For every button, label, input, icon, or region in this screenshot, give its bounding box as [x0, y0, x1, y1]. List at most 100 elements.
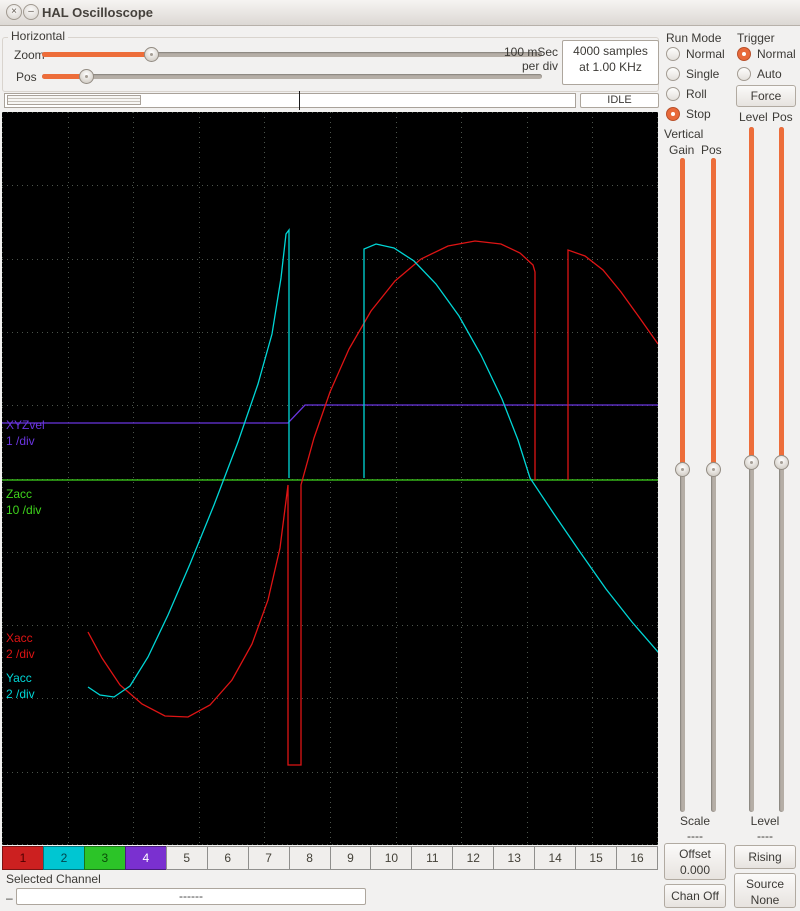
channel-button-16[interactable]: 16: [616, 846, 658, 870]
radio-icon[interactable]: [737, 67, 751, 81]
vertical-pos-slider[interactable]: [706, 158, 721, 812]
samples-line2: at 1.00 KHz: [579, 60, 642, 74]
zoom-slider[interactable]: [42, 47, 542, 62]
gain-slider-fill: [680, 158, 685, 470]
scope-canvas: [2, 112, 658, 845]
channel-button-5[interactable]: 5: [165, 846, 208, 870]
level-value: ----: [757, 829, 773, 843]
scale-value: ----: [687, 829, 703, 843]
trigger-level-knob[interactable]: [744, 454, 759, 470]
offset-button[interactable]: Offset 0.000: [664, 843, 726, 880]
trigger-level-fill: [749, 127, 754, 463]
trigger-level-label: Level: [739, 110, 768, 124]
radio-label: Normal: [757, 47, 796, 61]
radio-icon[interactable]: [666, 67, 680, 81]
minimize-icon[interactable]: –: [23, 4, 39, 20]
channel-button-15[interactable]: 15: [575, 846, 618, 870]
vertical-pos-knob[interactable]: [706, 461, 721, 477]
channel-button-row: 1 2 3 4 5 6 7 8 9 10 11 12 13 14 15 16: [2, 846, 658, 870]
radio-icon[interactable]: [737, 47, 751, 61]
scale-caption: Scale: [679, 814, 711, 828]
source-line2: None: [750, 893, 780, 907]
radio-icon[interactable]: [666, 87, 680, 101]
trace-label-yacc: Yacc 2 /div: [6, 670, 35, 702]
radio-icon[interactable]: [666, 47, 680, 61]
trigger-level-slider[interactable]: [744, 127, 759, 812]
trace-scale: 1 /div: [6, 434, 35, 448]
radio-auto[interactable]: Auto: [737, 64, 796, 84]
vertical-label: Vertical: [664, 127, 704, 141]
trace-xacc: [567, 249, 658, 480]
close-icon[interactable]: ×: [6, 4, 22, 20]
channel-button-11[interactable]: 11: [411, 846, 454, 870]
source-button[interactable]: Source None: [734, 873, 796, 908]
record-position-bar[interactable]: [4, 91, 576, 110]
channel-button-10[interactable]: 10: [370, 846, 413, 870]
trigger-pos-fill: [779, 127, 784, 463]
selected-channel-entry[interactable]: ------: [16, 888, 366, 905]
chan-off-button[interactable]: Chan Off: [664, 884, 726, 908]
channel-button-7[interactable]: 7: [247, 846, 290, 870]
channel-button-14[interactable]: 14: [534, 846, 577, 870]
channel-button-8[interactable]: 8: [288, 846, 331, 870]
selected-channel-label: Selected Channel: [6, 872, 101, 886]
radio-roll[interactable]: Roll: [666, 84, 725, 104]
gain-slider[interactable]: [675, 158, 690, 812]
pos-slider-knob[interactable]: [79, 69, 94, 84]
radio-icon[interactable]: [666, 107, 680, 121]
pos-label: Pos: [16, 70, 37, 84]
run-mode-label: Run Mode: [666, 31, 722, 45]
channel-button-9[interactable]: 9: [329, 846, 372, 870]
samples-box: 4000 samples at 1.00 KHz: [562, 40, 659, 85]
channel-button-4[interactable]: 4: [124, 846, 167, 870]
trace-name: Zacc: [6, 487, 33, 501]
per-div-line2: per div: [521, 59, 558, 73]
channel-button-12[interactable]: 12: [452, 846, 495, 870]
pos-slider[interactable]: [42, 69, 542, 84]
zoom-slider-fill: [42, 52, 152, 57]
radio-label: Roll: [686, 87, 707, 101]
trace-scale: 2 /div: [6, 647, 35, 661]
radio-single[interactable]: Single: [666, 64, 725, 84]
channel-button-1[interactable]: 1: [2, 846, 44, 870]
gain-label: Gain: [669, 143, 695, 157]
trace-label-xacc: Xacc 2 /div: [6, 630, 35, 662]
radio-label: Normal: [686, 47, 725, 61]
pos-slider-track[interactable]: [42, 74, 542, 79]
titlebar: × – HAL Oscilloscope: [0, 0, 800, 26]
radio-normal[interactable]: Normal: [666, 44, 725, 64]
trigger-options: Normal Auto: [737, 44, 796, 84]
run-mode-options: Normal Single Roll Stop: [666, 44, 725, 124]
vertical-pos-label: Pos: [701, 143, 722, 157]
zoom-label: Zoom: [14, 48, 45, 62]
trigger-pos-knob[interactable]: [774, 454, 789, 470]
channel-button-3[interactable]: 3: [83, 846, 126, 870]
per-div-line1: 100 mSec: [503, 45, 558, 59]
trigger-pos-label: Pos: [772, 110, 793, 124]
radio-stop[interactable]: Stop: [666, 104, 725, 124]
radio-label: Auto: [757, 67, 782, 81]
trigger-pos-slider[interactable]: [774, 127, 789, 812]
offset-line1: Offset: [679, 847, 711, 861]
vertical-pos-fill: [711, 158, 716, 470]
channel-dash: –: [6, 891, 13, 905]
per-div-text: 100 mSec per div: [468, 45, 558, 73]
window-title: HAL Oscilloscope: [42, 5, 154, 20]
trigger-label: Trigger: [737, 31, 775, 45]
record-thumb[interactable]: [7, 95, 141, 105]
force-button[interactable]: Force: [736, 85, 796, 107]
trigger-position-marker: [298, 91, 300, 110]
hal-oscilloscope-window: × – HAL Oscilloscope Horizontal Zoom Pos…: [0, 0, 800, 911]
trace-label-zacc: Zacc 10 /div: [6, 486, 41, 518]
channel-button-2[interactable]: 2: [42, 846, 85, 870]
channel-button-13[interactable]: 13: [493, 846, 536, 870]
radio-label: Stop: [686, 107, 711, 121]
status-text: IDLE: [607, 94, 632, 106]
trace-xacc: [87, 240, 536, 766]
channel-button-6[interactable]: 6: [206, 846, 249, 870]
radio-normal[interactable]: Normal: [737, 44, 796, 64]
zoom-slider-knob[interactable]: [144, 47, 159, 62]
rising-button[interactable]: Rising: [734, 845, 796, 869]
level-caption: Level: [750, 814, 780, 828]
gain-slider-knob[interactable]: [675, 461, 690, 477]
